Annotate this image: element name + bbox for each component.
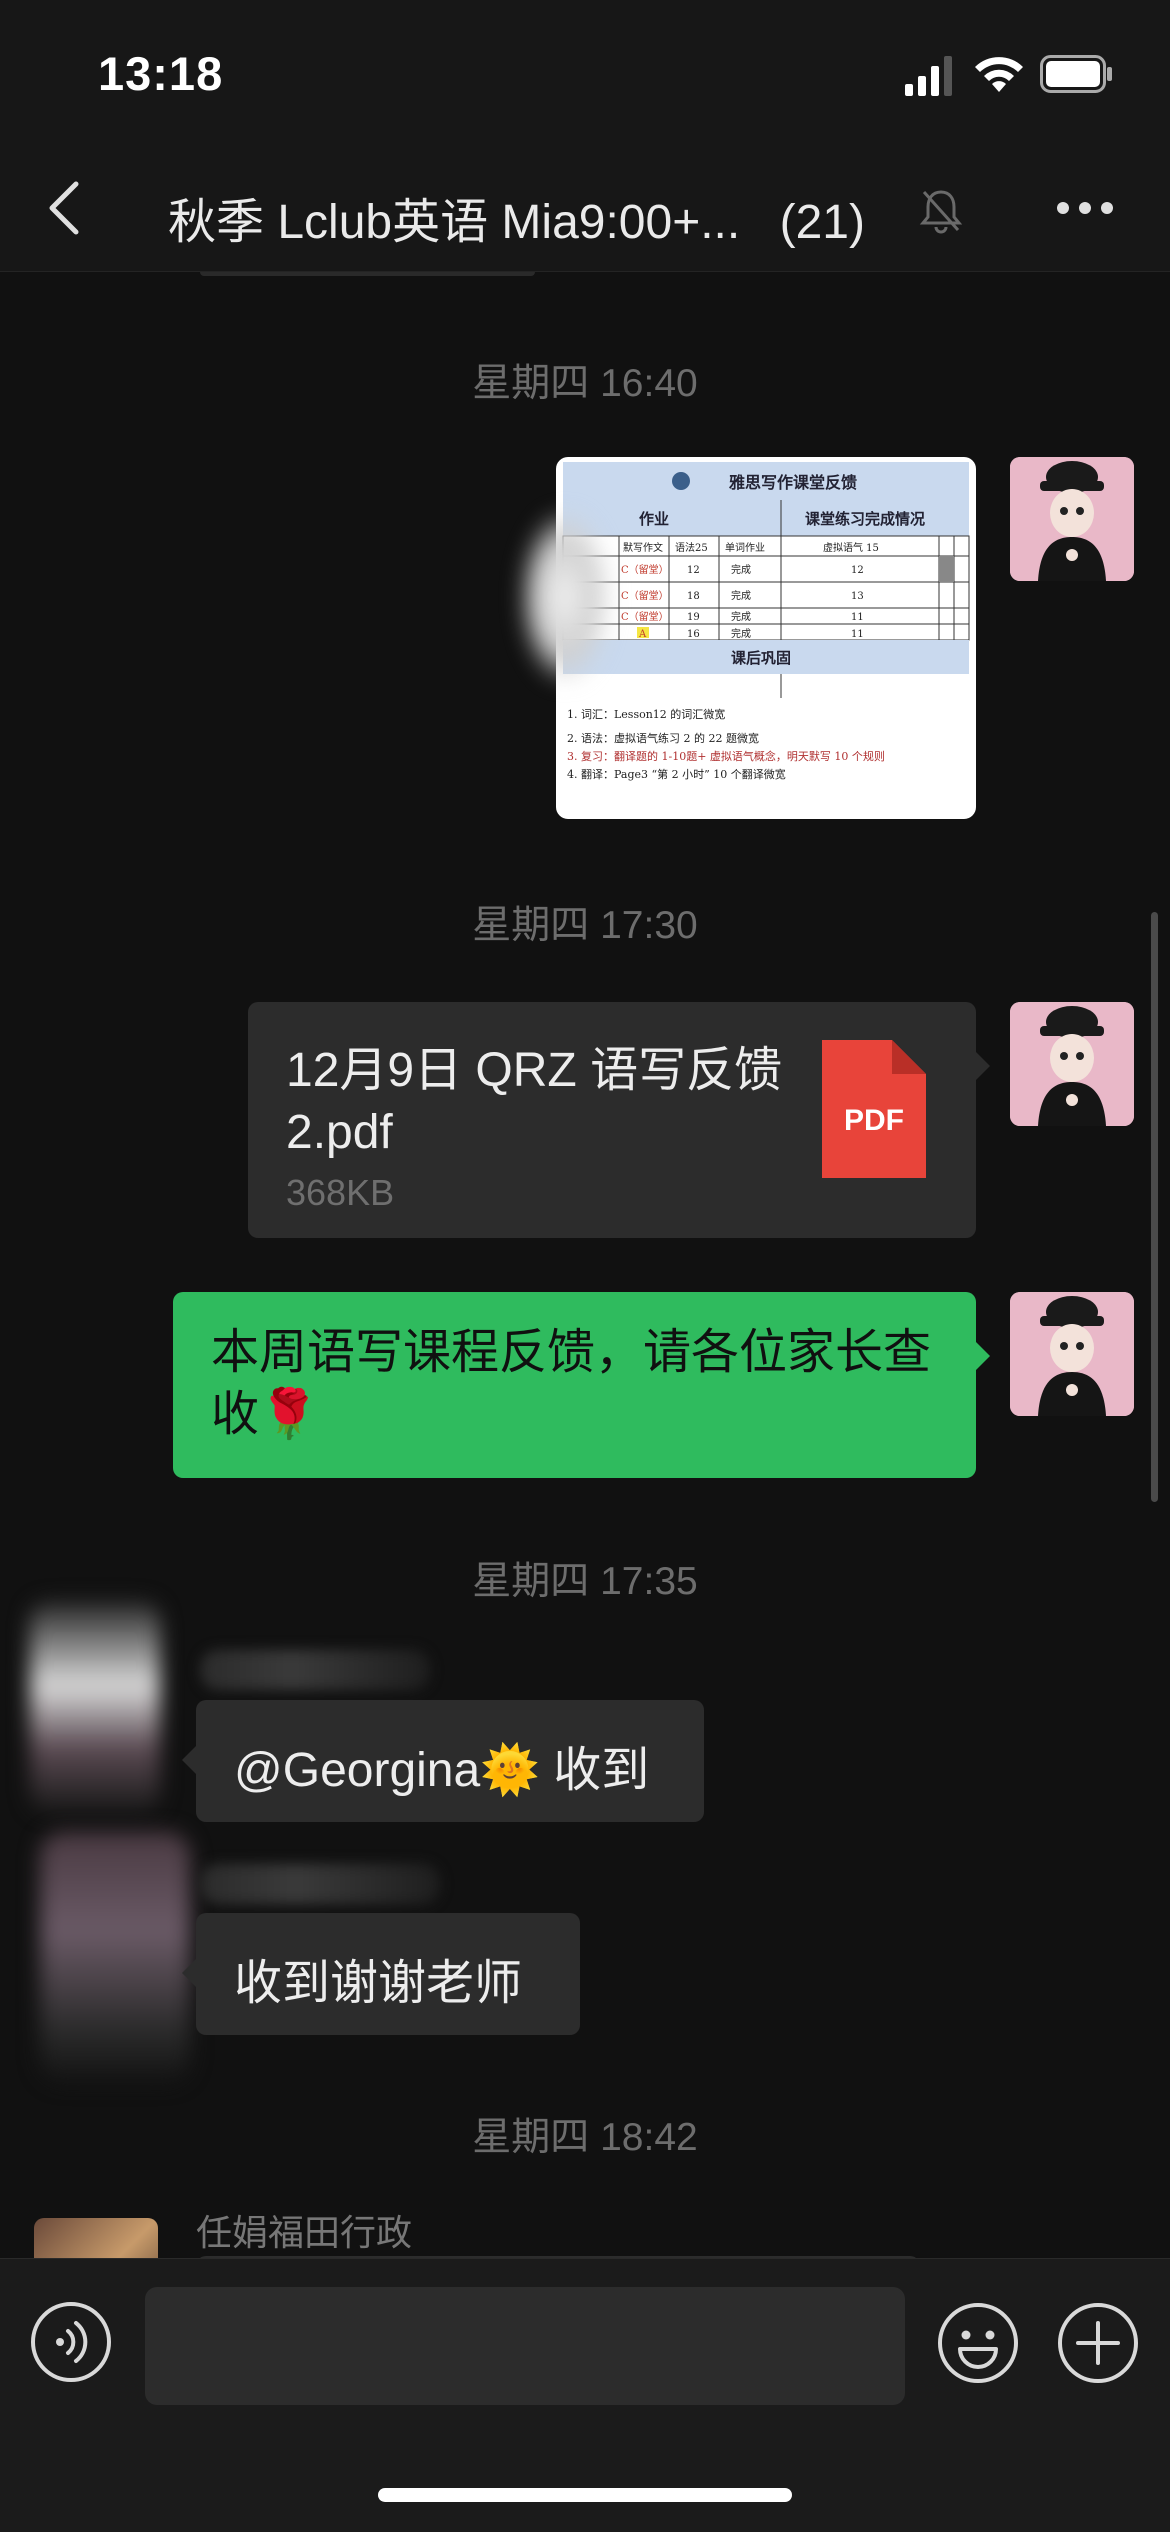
sender-name-blurred (200, 1650, 430, 1690)
sheet-col-4: 虚拟语气 15 (823, 541, 879, 554)
sheet-item: 4. 翻译：Page3 “第 2 小时” 10 个翻译微宽 (567, 767, 786, 781)
status-time: 13:18 (98, 47, 224, 100)
file-size: 368KB (286, 1172, 395, 1213)
sheet-cell: 完成 (731, 610, 751, 623)
sheet-col-2: 语法25 (675, 541, 708, 554)
sender-name-blurred (200, 1864, 440, 1904)
mute-bell-icon (919, 190, 963, 234)
sheet-item: 2. 语法：虚拟语气练习 2 的 22 题微宽 (567, 731, 759, 745)
blur-overlay (520, 512, 610, 682)
voice-input-icon[interactable] (30, 2301, 112, 2383)
sheet-item: 1. 词汇：Lesson12 的词汇微宽 (567, 707, 725, 721)
status-bar: 13:18 (0, 0, 1170, 150)
scrollbar[interactable] (1151, 912, 1158, 1502)
member-count: (21) (779, 196, 865, 249)
pdf-file-icon: PDF (822, 1040, 926, 1178)
sheet-item: 3. 复习：翻译题的 1-10题+ 虚拟语气概念，明天默写 10 个规则 (567, 749, 885, 763)
sender-avatar[interactable] (34, 2218, 158, 2258)
chat-header: 秋季 Lclub英语 Mia9:00+... (21) (0, 150, 1170, 272)
chat-messages[interactable]: 星期四 16:40 雅思写作课堂反馈 作业 课堂练习完成情况 默写作文 语法25… (0, 272, 1170, 2258)
sheet-cell: 16 (687, 629, 700, 640)
received-text-message[interactable]: @Georgina🌞 收到 (182, 1700, 704, 1822)
sheet-header: 雅思写作课堂反馈 (728, 473, 857, 492)
emoji-icon[interactable] (936, 2301, 1020, 2385)
sender-avatar-blurred[interactable] (30, 1602, 160, 1812)
file-name: 12月9日 QRZ 语写反馈 2.pdf (286, 1044, 783, 1159)
sheet-cell: 13 (851, 591, 864, 602)
sheet-cell: C（留堂） (621, 610, 669, 623)
add-attachment-icon[interactable] (1056, 2301, 1140, 2385)
timestamp: 星期四 17:35 (472, 1560, 698, 1603)
message-text: 本周语写课程反馈，请各位家长查收🌹 (211, 1326, 932, 1441)
previous-message-edge (200, 272, 535, 276)
sheet-cell: 完成 (731, 589, 751, 602)
battery-icon (1040, 55, 1112, 93)
sheet-cell: 完成 (731, 627, 751, 640)
sheet-cell: C（留堂） (621, 563, 669, 576)
sheet-section-class: 课堂练习完成情况 (805, 510, 925, 528)
sheet-col-1: 默写作文 (623, 541, 663, 554)
cellular-signal-icon (905, 56, 952, 96)
sheet-cell: 12 (851, 565, 864, 576)
avatar-illustration (1010, 1002, 1134, 1126)
timestamp: 星期四 16:40 (472, 362, 698, 405)
sheet-cell: 12 (687, 565, 700, 576)
sent-text-message[interactable]: 本周语写课程反馈，请各位家长查收🌹 (173, 1292, 990, 1478)
image-message[interactable]: 雅思写作课堂反馈 作业 课堂练习完成情况 默写作文 语法25 单词作业 虚拟语气… (556, 457, 976, 819)
sheet-cell: 11 (851, 612, 864, 623)
chat-title[interactable]: 秋季 Lclub英语 Mia9:00+... (21) (168, 182, 865, 252)
pdf-badge: PDF (844, 1104, 904, 1137)
more-options-icon[interactable] (1055, 198, 1115, 218)
wifi-icon (975, 57, 1023, 92)
sheet-cell: A (638, 629, 647, 640)
sender-name: 任娟福田行政 (196, 2212, 413, 2253)
timestamp: 星期四 18:42 (472, 2116, 698, 2159)
sheet-col-3: 单词作业 (725, 542, 765, 554)
sheet-section-after: 课后巩固 (731, 649, 791, 667)
sheet-section-homework: 作业 (639, 510, 669, 528)
sender-avatar-blurred[interactable] (40, 1832, 190, 2082)
feedback-sheet-image: 雅思写作课堂反馈 作业 课堂练习完成情况 默写作文 语法25 单词作业 虚拟语气… (559, 460, 973, 816)
sheet-cell: 18 (687, 591, 700, 602)
group-name: 秋季 Lclub英语 Mia9:00+... (168, 196, 741, 249)
timestamp: 星期四 17:30 (472, 904, 698, 947)
home-indicator[interactable] (378, 2488, 792, 2502)
message-text: @Georgina🌞 收到 (234, 1744, 650, 1797)
my-avatar[interactable] (1010, 457, 1134, 581)
sheet-cell: 11 (851, 629, 864, 640)
file-message[interactable]: 12月9日 QRZ 语写反馈 2.pdf 368KB PDF (248, 1002, 990, 1238)
back-arrow-icon[interactable] (44, 178, 88, 238)
received-text-message[interactable]: 收到谢谢老师 (182, 1913, 580, 2035)
avatar-illustration (1010, 457, 1134, 581)
my-avatar[interactable] (1010, 1002, 1134, 1126)
message-input[interactable] (145, 2287, 905, 2405)
sheet-cell: 19 (687, 612, 700, 623)
avatar-illustration (1010, 1292, 1134, 1416)
message-text: 收到谢谢老师 (234, 1957, 523, 2010)
sheet-cell: C（留堂） (621, 589, 669, 602)
sheet-cell: 完成 (731, 563, 751, 576)
my-avatar[interactable] (1010, 1292, 1134, 1416)
